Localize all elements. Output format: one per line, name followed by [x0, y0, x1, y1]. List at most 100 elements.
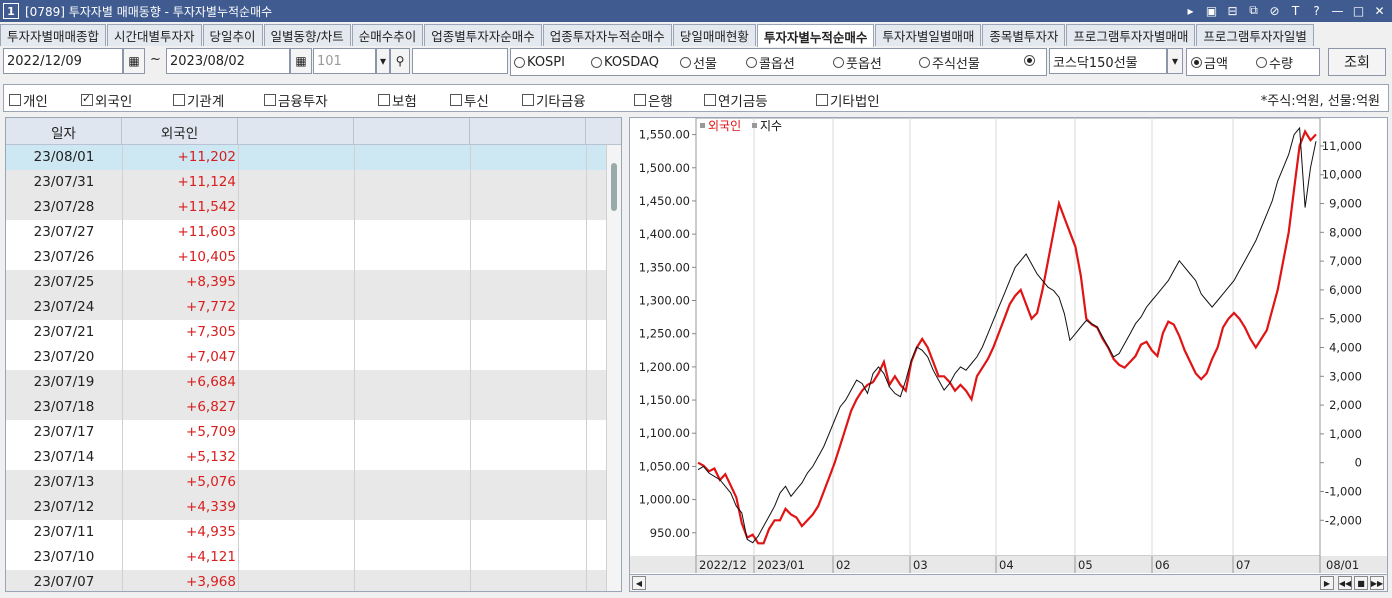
right-tick-label: 2,000 [1329, 398, 1362, 412]
checkbox-9[interactable]: 기타법인 [816, 90, 880, 110]
table-row[interactable]: 23/07/14 +5,132 [6, 445, 606, 470]
table-row[interactable]: 23/07/28 +11,542 [6, 195, 606, 220]
end-date-input[interactable]: 2023/08/02 [166, 48, 290, 74]
checkbox-7[interactable]: 은행 [634, 90, 673, 110]
calendar-icon[interactable]: ▦ [123, 48, 145, 74]
layout-icon[interactable]: ⊟ [1224, 2, 1241, 19]
cell-date: 23/08/01 [33, 149, 95, 165]
name-field[interactable] [412, 48, 508, 74]
checkbox-4[interactable]: 보험 [378, 90, 417, 110]
table-row[interactable]: 23/07/13 +5,076 [6, 470, 606, 495]
stop-icon[interactable]: ■ [1354, 576, 1368, 590]
unit-radio-1[interactable]: 수량 [1256, 52, 1293, 72]
table-row[interactable]: 23/07/24 +7,772 [6, 295, 606, 320]
radio-icon [680, 56, 691, 68]
help-icon[interactable]: ? [1308, 2, 1325, 19]
tab-2[interactable]: 당일추이 [202, 24, 263, 46]
header-date[interactable]: 일자 [6, 118, 122, 145]
checkbox-0[interactable]: 개인 [9, 90, 48, 110]
vertical-scrollbar[interactable] [606, 145, 621, 591]
tab-4[interactable]: 순매수추이 [351, 24, 424, 46]
dropdown-arrow-icon[interactable]: ▾ [1167, 48, 1183, 74]
close-icon[interactable]: ✕ [1371, 2, 1388, 19]
minimize-icon[interactable]: — [1329, 2, 1346, 19]
tab-7[interactable]: 당일매매현황 [672, 24, 756, 46]
tab-8[interactable]: 투자자별누적순매수 [756, 24, 875, 47]
tab-6[interactable]: 업종투자자누적순매수 [542, 24, 672, 46]
tab-12[interactable]: 프로그램투자자일별 [1196, 24, 1314, 46]
radio-selected-dot[interactable] [1024, 54, 1037, 69]
checkbox-6[interactable]: 기타금융 [522, 90, 586, 110]
scroll-thumb[interactable] [611, 163, 617, 211]
tab-9[interactable]: 투자자별일별매매 [875, 24, 982, 46]
table-row[interactable]: 23/07/18 +6,827 [6, 395, 606, 420]
left-tick-label: 1,100.00 [639, 426, 690, 440]
table-row[interactable]: 23/07/12 +4,339 [6, 495, 606, 520]
plot-area [695, 117, 1321, 557]
left-tick-label: 1,000.00 [639, 493, 690, 507]
left-tick-label: 1,450.00 [639, 194, 690, 208]
cell-date: 23/07/24 [33, 299, 95, 315]
market-radio-0[interactable]: KOSPI [514, 52, 565, 72]
header-foreign[interactable]: 외국인 [122, 118, 238, 145]
checkbox-8[interactable]: 연기금등 [704, 90, 768, 110]
market-radio-1[interactable]: KOSDAQ [591, 52, 659, 72]
calendar-icon[interactable]: ▦ [290, 48, 312, 74]
table-row[interactable]: 23/08/01 +11,202 [6, 145, 606, 170]
search-icon[interactable]: ⚲ [390, 48, 410, 74]
tab-5[interactable]: 업종별투자자순매수 [424, 24, 542, 46]
cell-foreign: +11,124 [177, 174, 236, 190]
scroll-left-icon[interactable]: ◀ [632, 576, 646, 590]
unit-radio-0[interactable]: 금액 [1191, 52, 1228, 72]
start-date-input[interactable]: 2022/12/09 [3, 48, 123, 74]
table-row[interactable]: 23/07/31 +11,124 [6, 170, 606, 195]
market-radio-5[interactable]: 주식선물 [919, 52, 980, 72]
maximize-icon[interactable]: □ [1350, 2, 1367, 19]
tab-0[interactable]: 투자자별매매종합 [0, 24, 107, 46]
code-input[interactable]: 101 [313, 48, 376, 74]
table-row[interactable]: 23/07/26 +10,405 [6, 245, 606, 270]
dropdown-arrow-icon[interactable]: ▾ [376, 48, 390, 74]
scroll-right-icon[interactable]: ▶ [1320, 576, 1334, 590]
memo-icon[interactable]: ▣ [1203, 2, 1220, 19]
market-radio-2[interactable]: 선물 [680, 52, 717, 72]
cell-date: 23/07/07 [33, 574, 95, 590]
table-row[interactable]: 23/07/17 +5,709 [6, 420, 606, 445]
checkbox-icon [450, 94, 462, 106]
table-row[interactable]: 23/07/21 +7,305 [6, 320, 606, 345]
pin-icon[interactable]: ⊘ [1266, 2, 1283, 19]
query-button[interactable]: 조회 [1328, 48, 1386, 76]
market-radio-4[interactable]: 풋옵션 [833, 52, 882, 72]
horizontal-scrollbar[interactable]: ◀ ▶ ◀◀ ■ ▶▶ [629, 574, 1388, 592]
fast-forward-icon[interactable]: ▶▶ [1370, 576, 1384, 590]
table-row[interactable]: 23/07/11 +4,935 [6, 520, 606, 545]
right-tick-label: 10,000 [1322, 168, 1362, 182]
tab-11[interactable]: 프로그램투자자별매매 [1066, 24, 1196, 46]
left-tick-label: 1,500.00 [639, 161, 690, 175]
window-icon[interactable]: ⧉ [1245, 2, 1262, 19]
font-icon[interactable]: T [1287, 2, 1304, 19]
arrow-right-icon[interactable]: ▸ [1182, 2, 1199, 19]
table-row[interactable]: 23/07/10 +4,121 [6, 545, 606, 570]
table-row[interactable]: 23/07/20 +7,047 [6, 345, 606, 370]
checkbox-5[interactable]: 투신 [450, 90, 489, 110]
market-select[interactable]: 코스닥150선물 [1049, 48, 1167, 74]
right-tick-label: 7,000 [1329, 254, 1362, 268]
unit-note: *주식:억원, 선물:억원 [1260, 94, 1380, 109]
checkbox-3[interactable]: 금융투자 [264, 90, 328, 110]
radio-icon [591, 56, 602, 68]
tab-10[interactable]: 종목별투자자 [982, 24, 1066, 46]
tab-3[interactable]: 일별동향/차트 [263, 24, 351, 46]
data-table: 일자 외국인 23/08/01 +11,202 23/07/31 +11,124 23/… [5, 117, 622, 592]
checkbox-1[interactable]: 외국인 [81, 90, 132, 110]
market-radio-3[interactable]: 콜옵션 [746, 52, 795, 72]
tab-1[interactable]: 시간대별투자자 [107, 24, 202, 46]
rewind-icon[interactable]: ◀◀ [1338, 576, 1352, 590]
table-row[interactable]: 23/07/19 +6,684 [6, 370, 606, 395]
cell-foreign: +7,772 [186, 299, 236, 315]
table-row[interactable]: 23/07/25 +8,395 [6, 270, 606, 295]
table-row[interactable]: 23/07/27 +11,603 [6, 220, 606, 245]
checkbox-2[interactable]: 기관계 [173, 90, 224, 110]
table-row[interactable]: 23/07/07 +3,968 [6, 570, 606, 591]
cell-foreign: +4,121 [186, 549, 236, 565]
